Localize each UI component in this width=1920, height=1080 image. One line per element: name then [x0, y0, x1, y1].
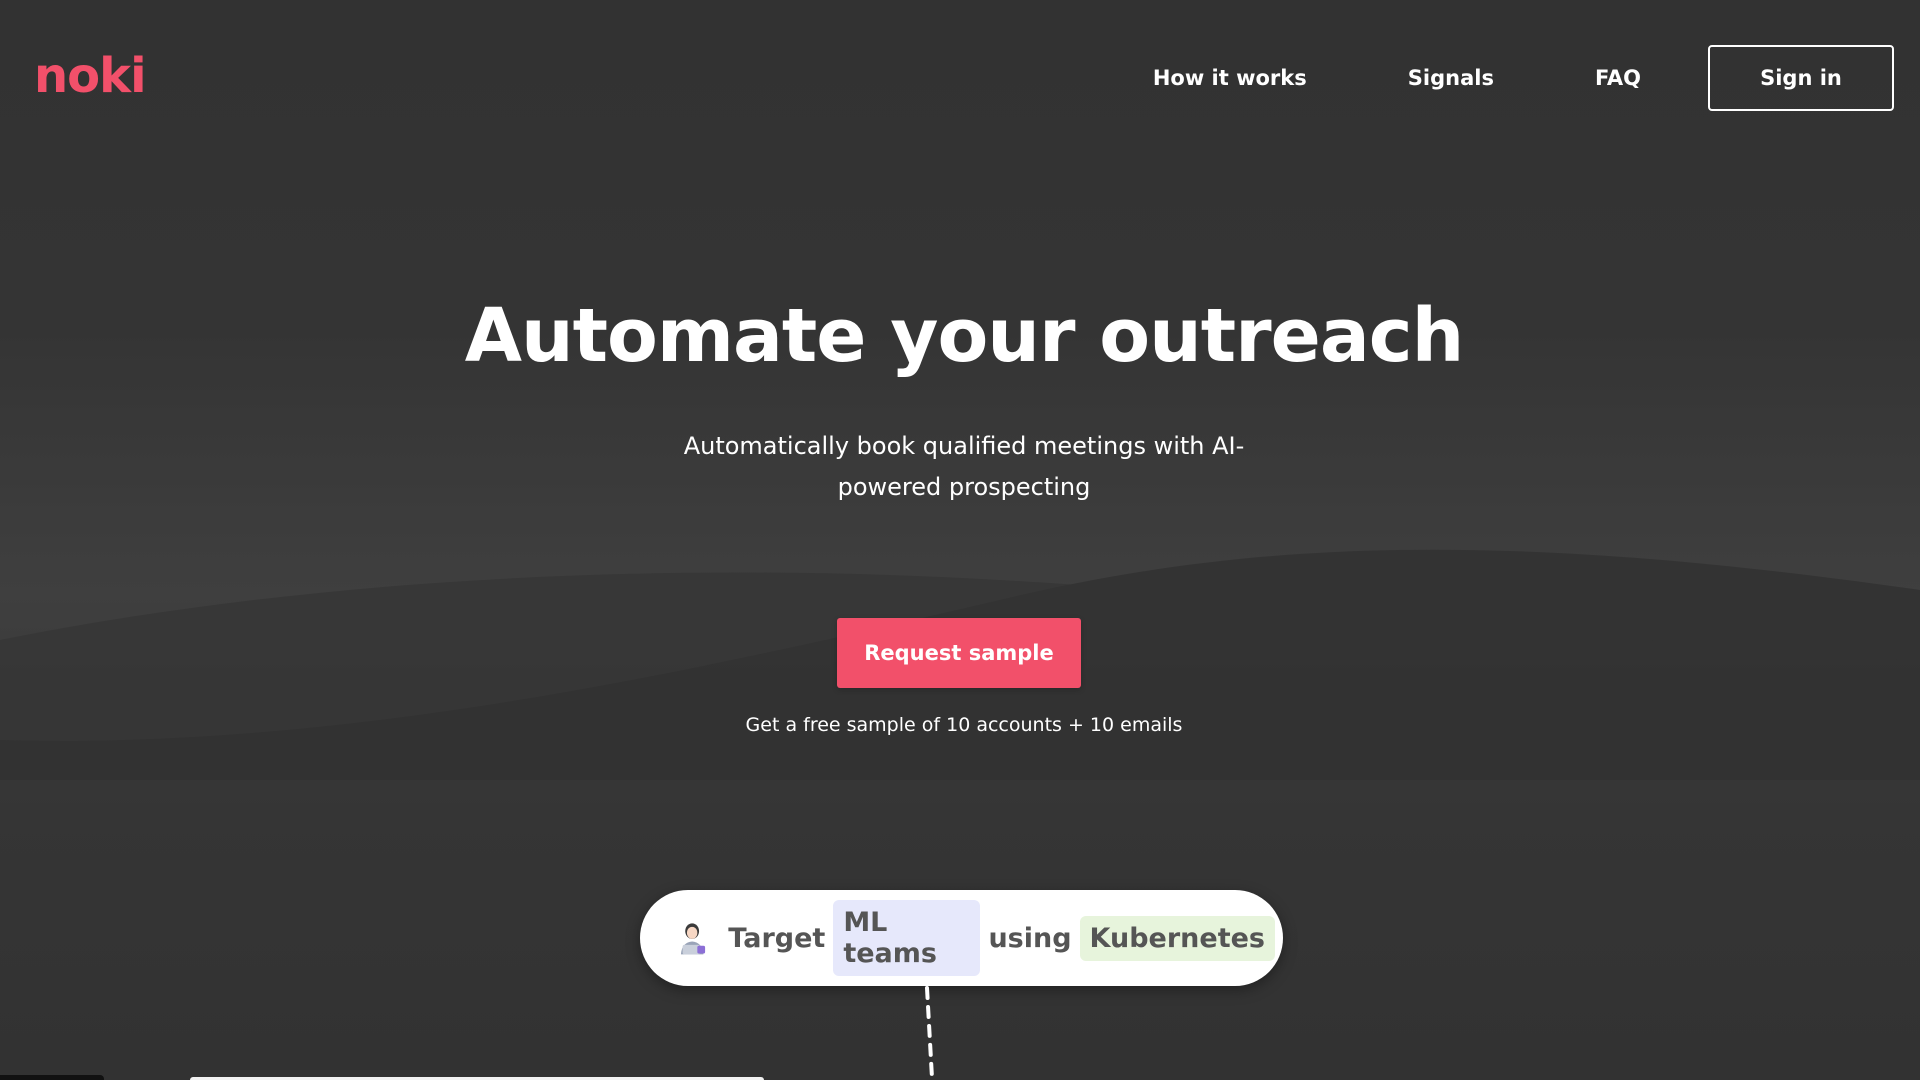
- request-sample-button[interactable]: Request sample: [837, 618, 1081, 688]
- bottom-left-card-edge: [0, 1075, 104, 1080]
- nav-faq[interactable]: FAQ: [1595, 66, 1641, 90]
- main-nav: How it works Signals FAQ Sign in: [1153, 44, 1894, 112]
- audience-chip: ML teams: [833, 900, 981, 976]
- landing-page: noki How it works Signals FAQ Sign in Au…: [0, 0, 1920, 1080]
- person-with-laptop-icon: [680, 923, 706, 955]
- hero-title: Automate your outreach: [464, 293, 1465, 379]
- technology-chip: Kubernetes: [1079, 915, 1275, 961]
- target-pill: Target ML teams using Kubernetes: [640, 890, 1283, 986]
- connector-dashed-line: [925, 986, 934, 1080]
- hero-subtitle: Automatically book qualified meetings wi…: [683, 432, 1245, 501]
- nav-signals[interactable]: Signals: [1408, 66, 1494, 90]
- nav-how-it-works[interactable]: How it works: [1153, 66, 1307, 90]
- cta-note: Get a free sample of 10 accounts + 10 em…: [745, 714, 1183, 736]
- pill-word-target: Target: [728, 922, 826, 954]
- sign-in-button[interactable]: Sign in: [1708, 45, 1894, 111]
- noki-logo[interactable]: noki: [34, 52, 147, 100]
- pill-word-using: using: [988, 922, 1072, 954]
